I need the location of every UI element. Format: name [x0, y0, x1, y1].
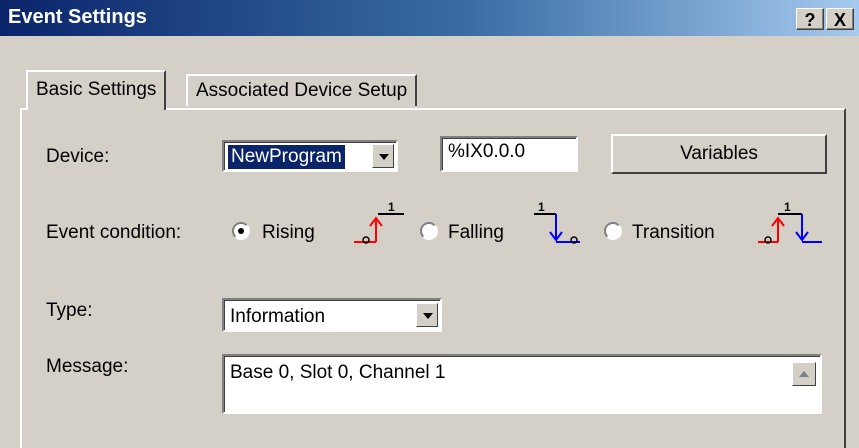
- transition-edge-icon: 1: [758, 200, 822, 244]
- scroll-up-button[interactable]: [792, 362, 816, 386]
- message-value: Base 0, Slot 0, Channel 1: [230, 362, 446, 383]
- edge-number-label: 1: [784, 200, 791, 214]
- rising-edge-icon: 1: [354, 200, 404, 244]
- close-button[interactable]: X: [826, 8, 854, 30]
- type-selected-value: Information: [230, 306, 326, 327]
- tab-label: Basic Settings: [36, 79, 157, 100]
- edge-number-label: 1: [388, 200, 395, 214]
- radio-rising[interactable]: [232, 222, 250, 240]
- radio-falling-label[interactable]: Falling: [448, 222, 504, 244]
- radio-transition-label[interactable]: Transition: [632, 222, 715, 244]
- falling-edge-icon: 1: [534, 200, 580, 244]
- type-dropdown[interactable]: Information: [222, 298, 442, 332]
- tab-associated-device-setup[interactable]: Associated Device Setup: [186, 74, 418, 106]
- edge-number-label: 1: [538, 200, 545, 214]
- radio-falling[interactable]: [420, 222, 438, 240]
- variables-button[interactable]: Variables: [611, 134, 827, 174]
- radio-rising-label[interactable]: Rising: [262, 222, 315, 244]
- tab-label: Associated Device Setup: [196, 80, 408, 101]
- chevron-down-icon[interactable]: [372, 144, 394, 168]
- dialog-body: Basic Settings Associated Device Setup D…: [0, 36, 859, 448]
- window-title: Event Settings: [8, 6, 147, 28]
- tab-basic-settings[interactable]: Basic Settings: [26, 70, 167, 110]
- device-dropdown[interactable]: NewProgram: [222, 140, 398, 172]
- radio-transition[interactable]: [604, 222, 622, 240]
- type-label: Type:: [46, 300, 93, 321]
- chevron-down-icon[interactable]: [416, 303, 438, 327]
- message-label: Message:: [46, 356, 129, 377]
- title-bar: Event Settings ? X: [0, 0, 859, 36]
- message-textarea[interactable]: Base 0, Slot 0, Channel 1: [222, 354, 822, 414]
- event-condition-label: Event condition:: [46, 222, 182, 243]
- variables-button-label: Variables: [680, 143, 758, 164]
- close-icon: X: [833, 10, 846, 30]
- device-address-input[interactable]: %IX0.0.0: [440, 136, 578, 172]
- device-selected-value: NewProgram: [228, 145, 345, 169]
- help-icon: ?: [804, 10, 816, 30]
- help-button[interactable]: ?: [796, 8, 824, 30]
- device-address-value: %IX0.0.0: [448, 141, 526, 162]
- device-label: Device:: [46, 146, 110, 167]
